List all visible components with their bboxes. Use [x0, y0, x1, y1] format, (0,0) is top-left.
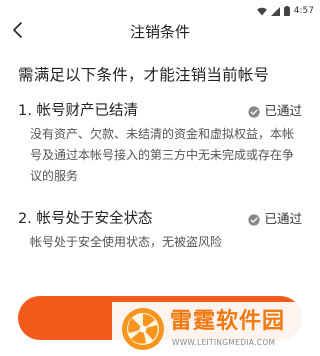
condition-desc-assets: 没有资产、欠款、未结清的资金和虚拟权益，本帐号及通过本帐号接入的第三方中无未完成… [30, 127, 295, 183]
page-title: 注销条件 [129, 23, 190, 41]
nav-bar: 注销条件 [0, 14, 320, 50]
condition-desc-security: 帐号处于安全使用状态，无被盗风险 [30, 235, 223, 249]
condition-title-security: 2. 帐号处于安全状态 [18, 211, 153, 227]
condition-title-assets: 1. 帐号财产已结清 [18, 103, 138, 119]
condition-status-assets: 已通过 [248, 102, 302, 120]
watermark: 雷霆软件园 WWW.LEITINGMEDIA.COM [112, 302, 320, 356]
status-label: 已通过 [264, 211, 302, 226]
check-circle-icon [248, 213, 261, 226]
condition-status-security: 已通过 [248, 210, 302, 228]
status-label: 已通过 [264, 103, 302, 118]
status-bar: 4:57 [0, 0, 320, 16]
conditions-heading: 需满足以下条件，才能注销当前帐号 [18, 66, 270, 84]
watermark-logo-icon [120, 306, 166, 352]
check-circle-icon [248, 105, 261, 118]
watermark-name: 雷霆软件园 [170, 309, 286, 334]
watermark-url: WWW.LEITINGMEDIA.COM [172, 338, 276, 347]
